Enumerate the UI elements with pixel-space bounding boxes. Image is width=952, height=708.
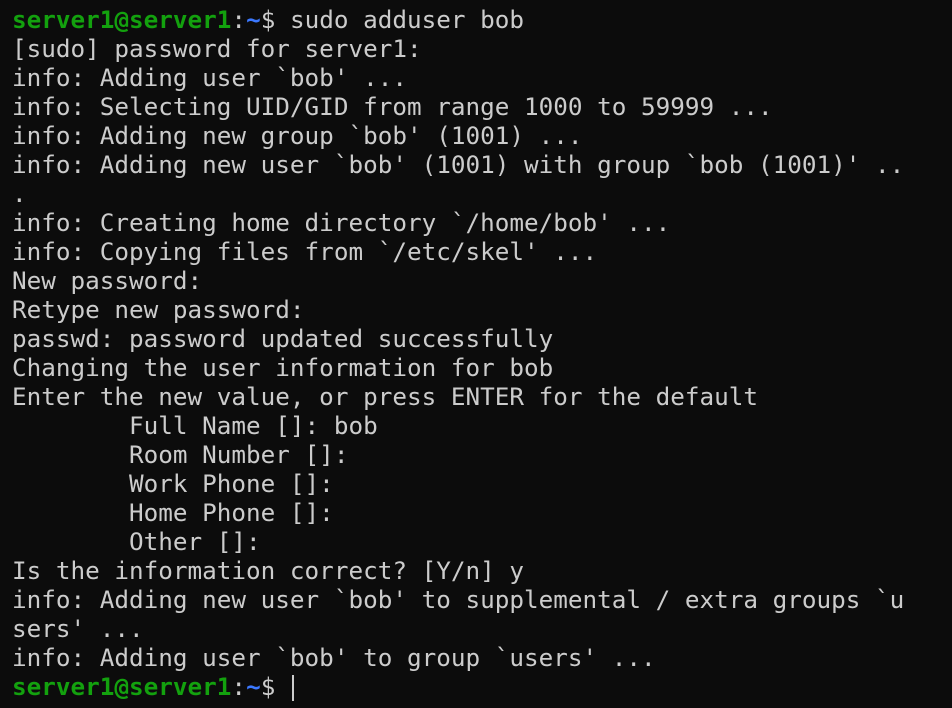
output-line: Home Phone []: xyxy=(12,498,334,527)
prompt-path: ~ xyxy=(246,672,261,701)
output-line: Changing the user information for bob xyxy=(12,353,554,382)
output-line: Other []: xyxy=(12,527,261,556)
prompt-colon: : xyxy=(231,672,247,701)
output-line: New password: xyxy=(12,266,203,295)
output-line: info: Adding user `bob' ... xyxy=(12,63,407,92)
prompt-sigil: $ xyxy=(260,5,290,34)
output-line: info: Adding new user `bob' (1001) with … xyxy=(12,150,905,179)
prompt-path: ~ xyxy=(246,5,261,34)
command-text: sudo adduser bob xyxy=(289,5,525,34)
command-line: server1@server1:~$ sudo adduser bob xyxy=(12,5,952,34)
prompt-colon: : xyxy=(231,5,247,34)
output-line: info: Creating home directory `/home/bob… xyxy=(12,208,671,237)
prompt-user-host: server1@server1 xyxy=(12,5,232,34)
output-line: Work Phone []: xyxy=(12,469,334,498)
output-line: info: Selecting UID/GID from range 1000 … xyxy=(12,92,773,121)
output-line: info: Adding new group `bob' (1001) ... xyxy=(12,121,583,150)
terminal-window[interactable]: server1@server1:~$ sudo adduser bob [sud… xyxy=(0,0,952,708)
output-line: Full Name []: bob xyxy=(12,411,378,440)
output-line: sers' ... xyxy=(12,614,144,643)
output-line: info: Adding user `bob' to group `users'… xyxy=(12,643,656,672)
output-line: [sudo] password for server1: xyxy=(12,34,422,63)
output-line: Enter the new value, or press ENTER for … xyxy=(12,382,759,411)
output-line: Retype new password: xyxy=(12,295,305,324)
prompt-user-host: server1@server1 xyxy=(12,672,232,701)
terminal-output: [sudo] password for server1: info: Addin… xyxy=(12,34,952,672)
output-line: . xyxy=(12,179,27,208)
active-prompt-line[interactable]: server1@server1:~$ xyxy=(12,672,952,701)
output-line: passwd: password updated successfully xyxy=(12,324,554,353)
prompt-sigil: $ xyxy=(260,672,290,701)
output-line: Room Number []: xyxy=(12,440,349,469)
output-line: info: Copying files from `/etc/skel' ... xyxy=(12,237,598,266)
text-cursor xyxy=(291,674,294,701)
output-line: info: Adding new user `bob' to supplemen… xyxy=(12,585,905,614)
output-line: Is the information correct? [Y/n] y xyxy=(12,556,524,585)
